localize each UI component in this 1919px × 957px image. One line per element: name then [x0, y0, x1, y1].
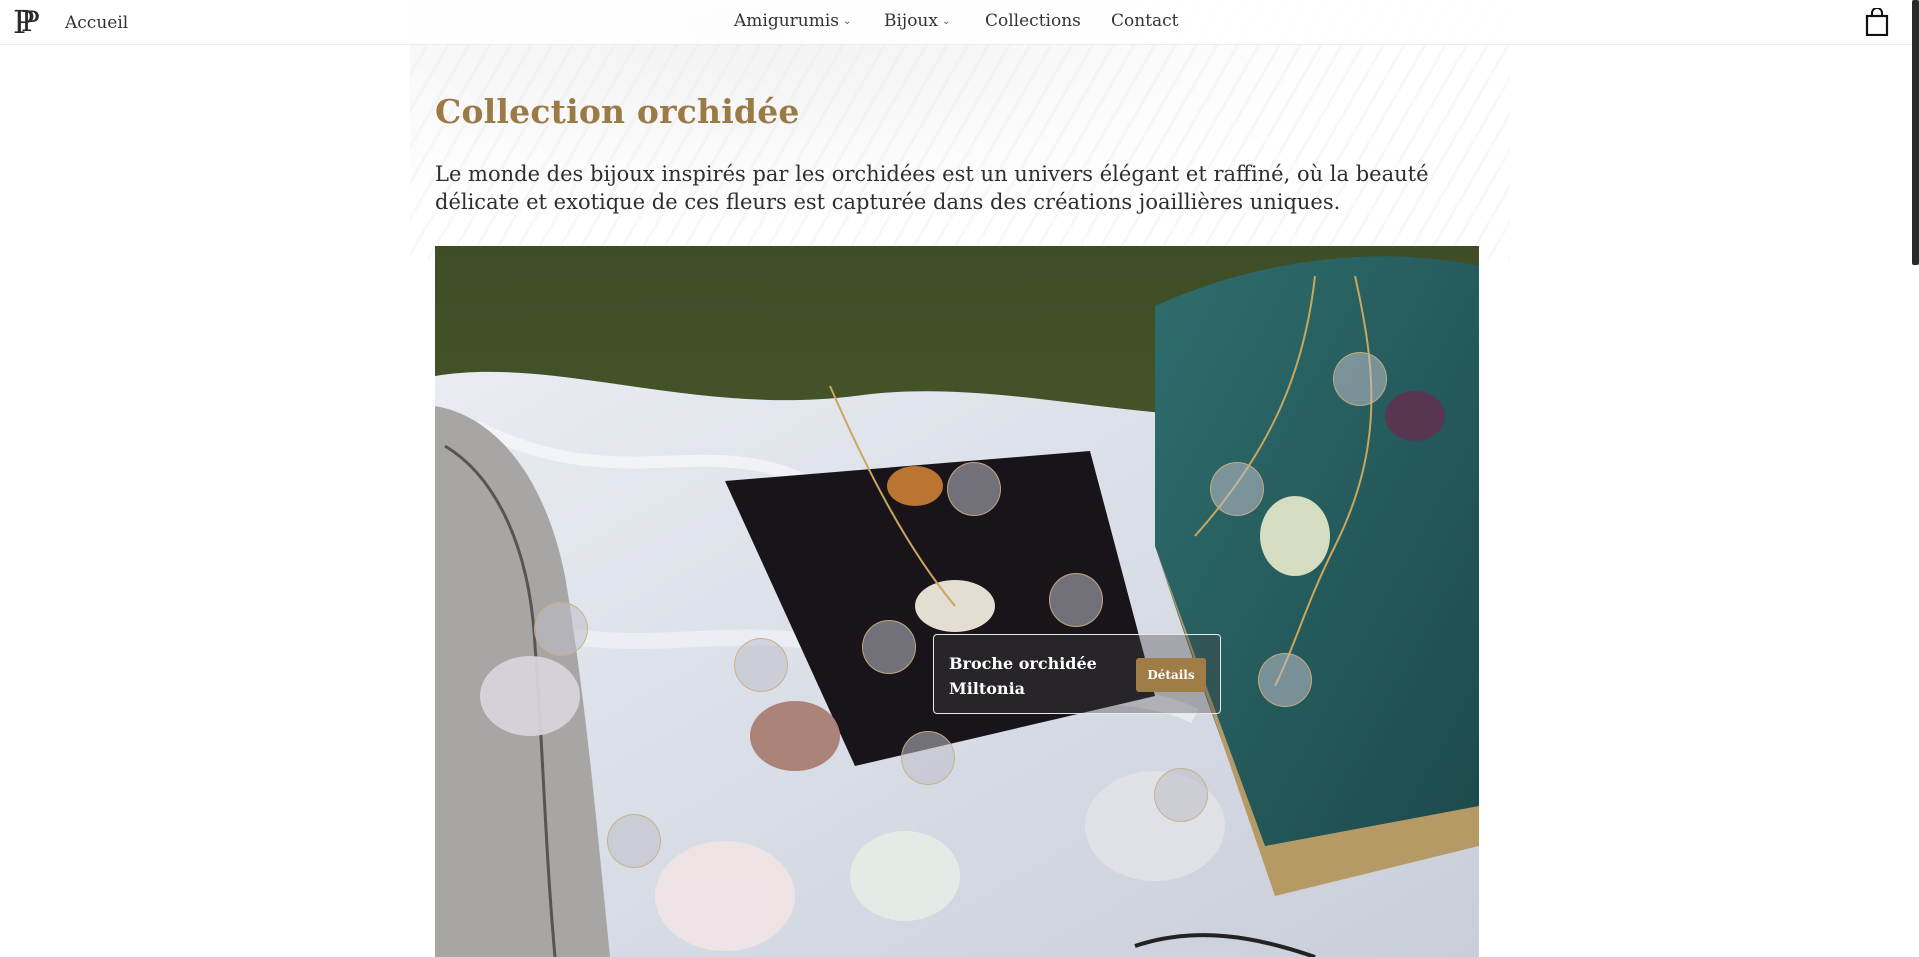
nav-item-label: Contact — [1111, 11, 1179, 31]
product-hotspot[interactable] — [734, 638, 788, 692]
product-hotspot[interactable] — [1154, 768, 1208, 822]
chevron-down-icon: ⌄ — [941, 15, 951, 27]
nav-item-amigurumis[interactable]: Amigurumis ⌄ — [734, 11, 884, 31]
nav-item-label: Bijoux — [884, 11, 938, 31]
nav-item-collections[interactable]: Collections — [985, 11, 1111, 31]
product-hotspot[interactable] — [1210, 462, 1264, 516]
product-hotspot[interactable] — [607, 814, 661, 868]
product-tooltip: Broche orchidée Miltonia Détails — [933, 634, 1221, 714]
product-hotspot[interactable] — [1333, 352, 1387, 406]
nav-home-link[interactable]: Accueil — [65, 13, 128, 33]
nav-item-contact[interactable]: Contact — [1111, 11, 1179, 31]
details-button[interactable]: Détails — [1136, 658, 1206, 692]
collection-photo: Broche orchidée Miltonia Détails — [435, 246, 1479, 957]
product-hotspot[interactable] — [1258, 653, 1312, 707]
tooltip-product-name: Broche orchidée Miltonia — [949, 654, 1097, 698]
collection-description: Le monde des bijoux inspirés par les orc… — [435, 162, 1429, 214]
site-logo[interactable]: P P — [10, 3, 44, 41]
product-hotspot[interactable] — [862, 620, 916, 674]
shopping-bag-icon — [1865, 7, 1889, 37]
site-header: P P Accueil Amigurumis ⌄ Bijoux ⌄ Collec… — [0, 0, 1919, 45]
cart-button[interactable] — [1865, 7, 1889, 37]
page-title: Collection orchidée — [435, 92, 800, 131]
svg-text:P: P — [21, 5, 40, 38]
nav-item-label: Collections — [985, 11, 1081, 31]
product-hotspot[interactable] — [534, 602, 588, 656]
chevron-down-icon: ⌄ — [843, 15, 852, 27]
product-hotspot[interactable] — [901, 731, 955, 785]
nav-item-label: Amigurumis — [734, 11, 840, 31]
page-scrollbar[interactable] — [1912, 0, 1919, 265]
product-hotspot[interactable] — [947, 462, 1001, 516]
product-hotspot[interactable] — [1049, 573, 1103, 627]
nav-item-bijoux[interactable]: Bijoux ⌄ — [884, 11, 985, 31]
main-nav: Amigurumis ⌄ Bijoux ⌄ Collections Contac… — [734, 11, 1179, 31]
orchid-jewelry-scene — [435, 246, 1479, 957]
